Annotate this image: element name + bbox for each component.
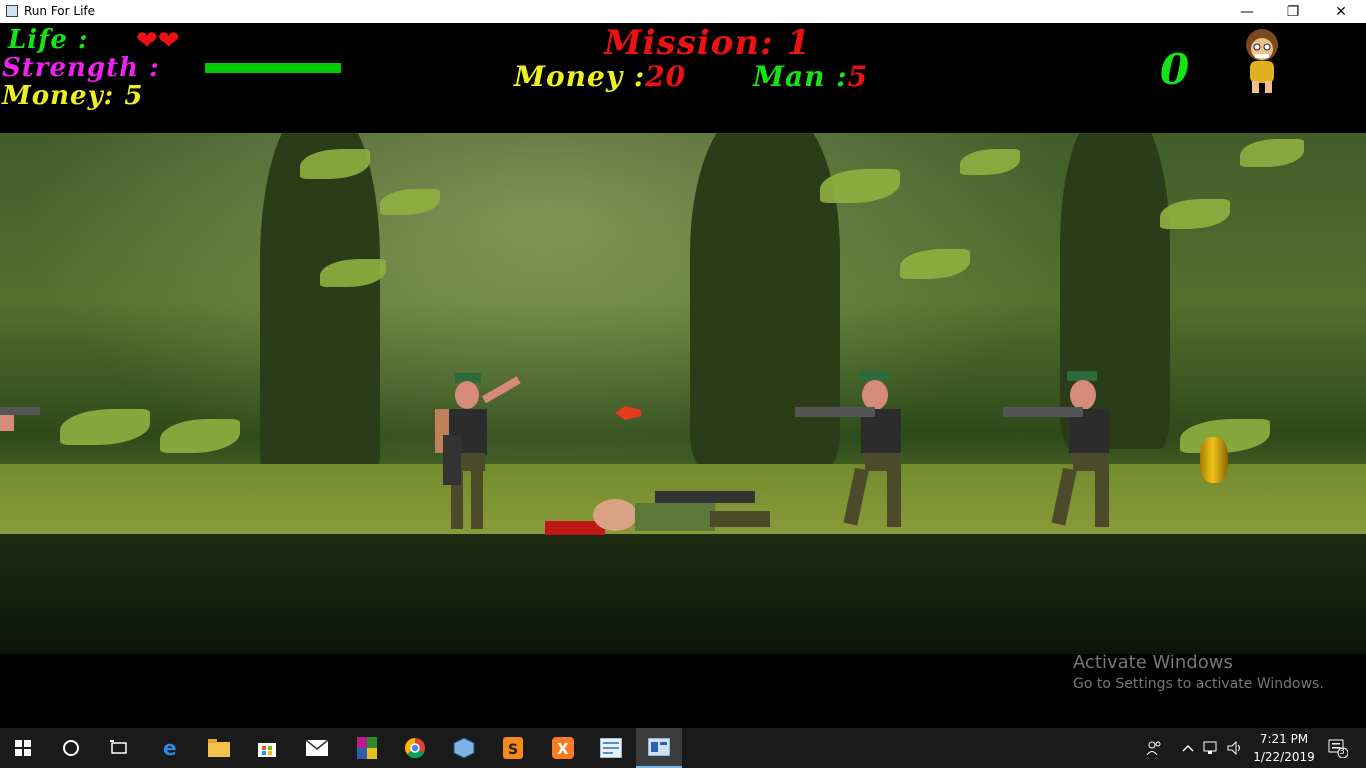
shop-money-value: 20 <box>645 60 687 93</box>
svg-text:X: X <box>557 740 569 758</box>
strength-label: Strength : <box>2 53 160 83</box>
clock-date: 1/22/2019 <box>1253 750 1315 764</box>
mission-label: Mission: <box>604 23 774 63</box>
shop-money: Money :20 <box>514 60 686 93</box>
network-icon[interactable] <box>1200 728 1224 768</box>
file-explorer-icon[interactable] <box>196 728 242 768</box>
enemy-soldier <box>1003 371 1109 527</box>
app-icon <box>6 5 18 17</box>
minimize-button[interactable]: — <box>1224 0 1270 23</box>
notepad-icon[interactable] <box>588 728 634 768</box>
man-value: 5 <box>847 60 869 93</box>
window-title-bar[interactable]: Run For Life — ❐ ✕ <box>0 0 1366 24</box>
winrar-icon[interactable] <box>344 728 390 768</box>
rocket-projectile <box>615 406 641 420</box>
taskbar: e S X 7:21 PM 1/22/2019 3 <box>0 728 1366 768</box>
caveman-avatar-icon <box>1246 29 1278 93</box>
money-value: 5 <box>124 81 144 111</box>
chrome-icon[interactable] <box>392 728 438 768</box>
shop-money-label: Money : <box>514 60 646 93</box>
store-icon[interactable] <box>244 728 290 768</box>
sublime-text-icon[interactable]: S <box>490 728 536 768</box>
game-canvas[interactable]: Life : ❤❤ Strength : Money: 5 Mission: 1… <box>0 23 1366 704</box>
window-title: Run For Life <box>24 4 96 18</box>
activation-watermark-subtitle: Go to Settings to activate Windows. <box>1073 676 1324 692</box>
life-label: Life : <box>8 25 89 55</box>
clock-time: 7:21 PM <box>1259 732 1309 746</box>
enemy-soldier <box>795 371 901 527</box>
man-label: Man : <box>753 60 848 93</box>
edge-icon[interactable]: e <box>148 728 194 768</box>
strength-bar-fill <box>205 63 341 73</box>
people-icon[interactable] <box>1140 728 1168 768</box>
notification-center-icon[interactable]: 3 <box>1318 728 1358 768</box>
svg-text:e: e <box>163 737 177 759</box>
player-soldier <box>435 373 521 529</box>
heart-icons: ❤❤ <box>136 26 180 56</box>
windows-start-icon[interactable] <box>0 728 46 768</box>
xampp-icon[interactable]: X <box>540 728 586 768</box>
notification-count-badge: 3 <box>1339 747 1345 757</box>
volume-icon[interactable] <box>1224 728 1246 768</box>
fallen-soldier <box>545 491 770 535</box>
search-circle-icon[interactable] <box>48 728 94 768</box>
offscreen-enemy-soldier <box>0 407 40 431</box>
task-view-icon[interactable] <box>96 728 142 768</box>
strength-bar <box>205 63 341 73</box>
man-counter: Man :5 <box>753 60 868 93</box>
money-label: Money: <box>2 81 115 111</box>
jungle-background <box>0 109 1366 654</box>
mission-indicator: Mission: 1 <box>604 23 811 63</box>
score-value: 0 <box>1160 45 1190 94</box>
money-counter: Money: 5 <box>2 81 143 111</box>
close-button[interactable]: ✕ <box>1318 0 1364 23</box>
gold-coin-pickup <box>1200 437 1228 483</box>
mail-icon[interactable] <box>294 728 340 768</box>
chevron-up-icon[interactable] <box>1178 728 1198 768</box>
virtualbox-icon[interactable] <box>441 728 487 768</box>
activation-watermark-title: Activate Windows <box>1073 652 1233 673</box>
restore-button[interactable]: ❐ <box>1270 0 1316 23</box>
mission-value: 1 <box>786 23 812 63</box>
system-clock[interactable]: 7:21 PM 1/22/2019 <box>1246 730 1322 766</box>
run-for-life-app-icon[interactable] <box>636 728 682 768</box>
svg-text:S: S <box>508 742 518 758</box>
